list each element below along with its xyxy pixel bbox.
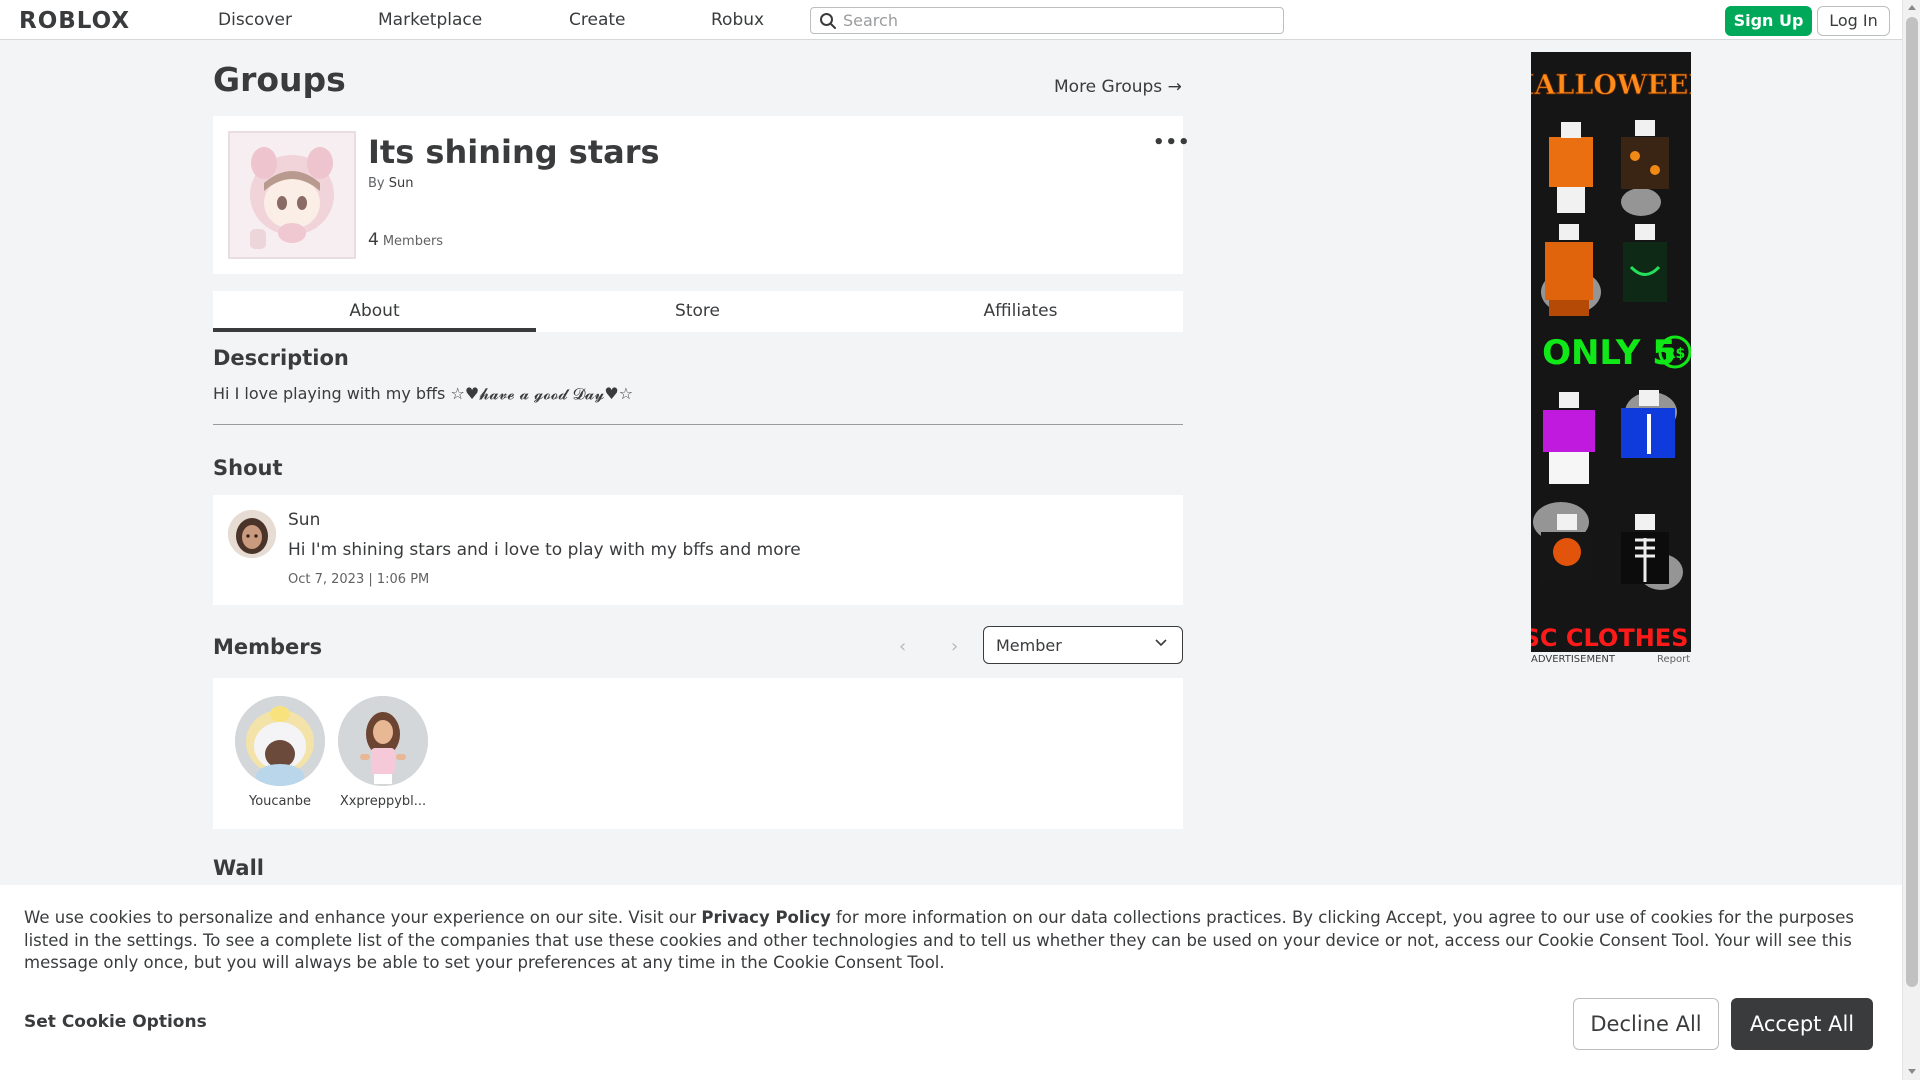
- shout-card: Sun Hi I'm shining stars and i love to p…: [213, 495, 1183, 605]
- member-tile[interactable]: Xxpreppybl...: [333, 696, 433, 809]
- group-owner-line: By Sun: [368, 176, 414, 191]
- anime-girl-emblem-icon: [230, 133, 354, 257]
- members-heading: Members: [213, 635, 323, 659]
- page-scrollbar[interactable]: [1902, 0, 1920, 1080]
- ad-footer-text: SC CLOTHES!: [1531, 624, 1691, 652]
- member-name[interactable]: Xxpreppybl...: [333, 794, 433, 809]
- accept-all-button[interactable]: Accept All: [1731, 998, 1873, 1050]
- shout-message: Hi I'm shining stars and i love to play …: [288, 540, 801, 560]
- cookie-text-part: We use cookies to personalize and enhanc…: [24, 908, 702, 927]
- more-options-icon[interactable]: •••: [1153, 132, 1191, 153]
- group-header-card: Its shining stars By Sun 4 Members •••: [213, 116, 1190, 274]
- wall-heading: Wall: [213, 856, 264, 880]
- description-heading: Description: [213, 346, 349, 370]
- shout-heading: Shout: [213, 456, 283, 480]
- avatar-icon: [235, 696, 325, 786]
- chevron-down-icon: [1155, 639, 1167, 647]
- member-tile[interactable]: Youcanbe: [230, 696, 330, 809]
- robux-coin-icon: R$: [1665, 346, 1686, 362]
- nav-link-discover[interactable]: Discover: [218, 10, 292, 30]
- tab-about[interactable]: About: [213, 291, 536, 332]
- members-label: Members: [382, 234, 444, 249]
- section-divider: [213, 424, 1183, 425]
- search-icon: [820, 13, 836, 29]
- member-count-value: 4: [368, 230, 379, 250]
- cookie-consent-text: We use cookies to personalize and enhanc…: [24, 907, 1884, 975]
- top-navigation-bar: ROBLOX Discover Marketplace Create Robux…: [0, 0, 1902, 40]
- set-cookie-options-link[interactable]: Set Cookie Options: [24, 1012, 207, 1032]
- group-owner-link[interactable]: Sun: [389, 176, 414, 191]
- report-ad-link[interactable]: Report: [1657, 654, 1690, 665]
- nav-link-marketplace[interactable]: Marketplace: [378, 10, 482, 30]
- tab-store[interactable]: Store: [536, 291, 859, 332]
- members-prev-page-icon[interactable]: ‹: [899, 636, 906, 657]
- page-title: Groups: [213, 60, 346, 99]
- members-next-page-icon[interactable]: ›: [951, 636, 958, 657]
- group-tabs: About Store Affiliates: [213, 291, 1183, 332]
- by-label: By: [368, 176, 385, 191]
- scroll-up-arrow-icon[interactable]: [1908, 5, 1916, 10]
- group-emblem-image: [228, 131, 356, 259]
- nav-link-robux[interactable]: Robux: [711, 10, 764, 30]
- member-name[interactable]: Youcanbe: [230, 794, 330, 809]
- tab-affiliates[interactable]: Affiliates: [859, 291, 1182, 332]
- more-groups-link[interactable]: More Groups →: [1054, 77, 1182, 97]
- halloween-clothing-ad-image: HALLOWEEN ONLY 5 R$ SC CLOTHES!: [1531, 52, 1691, 652]
- shout-author-avatar[interactable]: [228, 510, 276, 558]
- sign-up-button[interactable]: Sign Up: [1725, 6, 1812, 36]
- member-avatar[interactable]: [338, 696, 428, 786]
- advertisement-banner[interactable]: HALLOWEEN ONLY 5 R$ SC CLOTHES!: [1531, 52, 1691, 652]
- avatar-icon: [228, 510, 276, 558]
- scroll-down-arrow-icon[interactable]: [1908, 1069, 1916, 1074]
- group-name: Its shining stars: [368, 133, 660, 171]
- nav-link-create[interactable]: Create: [569, 10, 626, 30]
- ad-headline-text: HALLOWEEN: [1531, 70, 1691, 101]
- cookie-consent-banner: We use cookies to personalize and enhanc…: [0, 885, 1902, 1080]
- member-role-dropdown[interactable]: Member: [983, 626, 1183, 664]
- description-text: Hi I love playing with my bffs ☆♥𝓱𝓪𝓿𝓮 𝓪 …: [213, 384, 634, 403]
- shout-author-name[interactable]: Sun: [288, 510, 320, 530]
- search-input[interactable]: [843, 9, 1273, 32]
- ad-price-text: ONLY 5: [1542, 333, 1676, 373]
- log-in-button[interactable]: Log In: [1817, 6, 1890, 36]
- members-list-card: Youcanbe Xxpreppybl...: [213, 678, 1183, 829]
- member-avatar[interactable]: [235, 696, 325, 786]
- roblox-logo[interactable]: ROBLOX: [19, 8, 130, 34]
- shout-timestamp: Oct 7, 2023 | 1:06 PM: [288, 572, 430, 587]
- decline-all-button[interactable]: Decline All: [1573, 998, 1719, 1050]
- group-member-count: 4 Members: [368, 230, 443, 250]
- advertisement-label: ADVERTISEMENT: [1531, 654, 1616, 665]
- search-box[interactable]: [810, 7, 1284, 34]
- privacy-policy-link[interactable]: Privacy Policy: [701, 908, 830, 927]
- scrollbar-thumb[interactable]: [1906, 17, 1918, 987]
- avatar-icon: [338, 696, 428, 786]
- role-dropdown-value: Member: [996, 636, 1062, 655]
